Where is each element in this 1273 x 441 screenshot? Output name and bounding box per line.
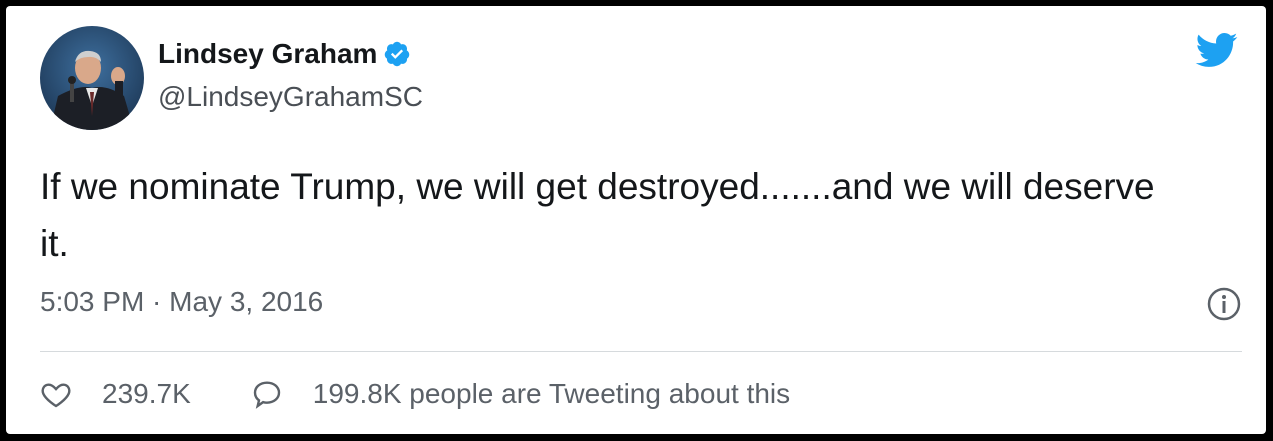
author-handle[interactable]: @LindseyGrahamSC <box>158 81 423 113</box>
tweet-text: If we nominate Trump, we will get destro… <box>40 166 1155 264</box>
twitter-bird-icon[interactable] <box>1190 28 1242 72</box>
author-name[interactable]: Lindsey Graham <box>158 38 377 70</box>
like-button[interactable]: 239.7K <box>40 378 191 410</box>
tweeting-about-text: 199.8K people are Tweeting about this <box>312 378 791 409</box>
like-count: 239.7K <box>102 378 191 409</box>
avatar[interactable] <box>40 26 144 130</box>
tweet-timestamp[interactable]: 5:03 PM · May 3, 2016 <box>40 286 323 318</box>
speech-bubble-icon <box>253 381 280 409</box>
divider <box>40 351 1242 352</box>
conversation-link[interactable]: 199.8K people are Tweeting about this <box>251 378 790 410</box>
info-icon[interactable] <box>1206 286 1242 322</box>
author-row: Lindsey Graham <box>158 38 411 70</box>
heart-icon <box>41 383 71 408</box>
verified-badge-icon <box>383 40 411 68</box>
tweet-actions: 239.7K 199.8K people are Tweeting about … <box>40 378 790 410</box>
tweet-card: Lindsey Graham @LindseyGrahamSC If we no… <box>6 6 1266 434</box>
